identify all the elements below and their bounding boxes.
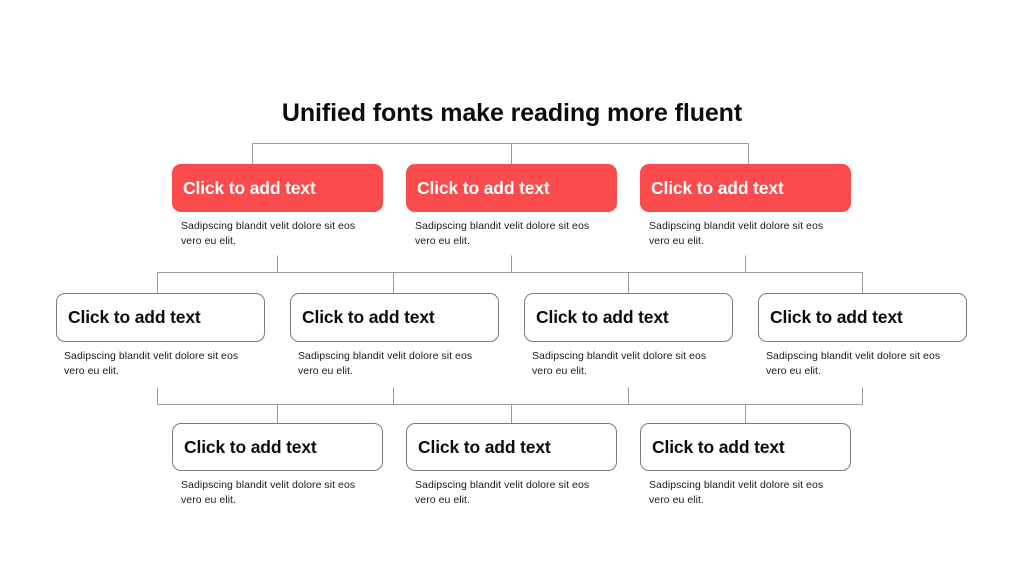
node-row1-3[interactable]: Click to add text <box>640 164 851 212</box>
caption-row2-1: Sadipscing blandit velit dolore sit eos … <box>64 350 239 378</box>
slide-title: Unified fonts make reading more fluent <box>281 99 743 127</box>
caption-row1-3: Sadipscing blandit velit dolore sit eos … <box>649 220 824 248</box>
caption-row1-2: Sadipscing blandit velit dolore sit eos … <box>415 220 590 248</box>
node-row3-2-label: Click to add text <box>418 436 551 457</box>
node-row2-2-label: Click to add text <box>302 307 435 328</box>
node-row2-1[interactable]: Click to add text <box>56 293 265 342</box>
node-row3-1[interactable]: Click to add text <box>172 423 383 471</box>
node-row3-3-label: Click to add text <box>652 436 785 457</box>
node-row1-2-label: Click to add text <box>417 177 550 198</box>
caption-row3-2: Sadipscing blandit velit dolore sit eos … <box>415 479 590 507</box>
caption-row2-4: Sadipscing blandit velit dolore sit eos … <box>766 350 941 378</box>
node-row3-2[interactable]: Click to add text <box>406 423 617 471</box>
node-row3-1-label: Click to add text <box>184 436 317 457</box>
node-row1-1-label: Click to add text <box>183 177 316 198</box>
node-row2-4-label: Click to add text <box>770 307 903 328</box>
node-row2-3-label: Click to add text <box>536 307 669 328</box>
node-row3-3[interactable]: Click to add text <box>640 423 851 471</box>
node-row2-1-label: Click to add text <box>68 307 201 328</box>
node-row2-4[interactable]: Click to add text <box>758 293 967 342</box>
caption-row3-3: Sadipscing blandit velit dolore sit eos … <box>649 479 824 507</box>
node-row2-3[interactable]: Click to add text <box>524 293 733 342</box>
caption-row1-1: Sadipscing blandit velit dolore sit eos … <box>181 220 356 248</box>
caption-row2-3: Sadipscing blandit velit dolore sit eos … <box>532 350 707 378</box>
slide-canvas: Unified fonts make reading more fluent C… <box>0 0 1024 576</box>
node-row1-3-label: Click to add text <box>651 177 784 198</box>
caption-row2-2: Sadipscing blandit velit dolore sit eos … <box>298 350 473 378</box>
caption-row3-1: Sadipscing blandit velit dolore sit eos … <box>181 479 356 507</box>
node-row1-1[interactable]: Click to add text <box>172 164 383 212</box>
node-row2-2[interactable]: Click to add text <box>290 293 499 342</box>
node-row1-2[interactable]: Click to add text <box>406 164 617 212</box>
